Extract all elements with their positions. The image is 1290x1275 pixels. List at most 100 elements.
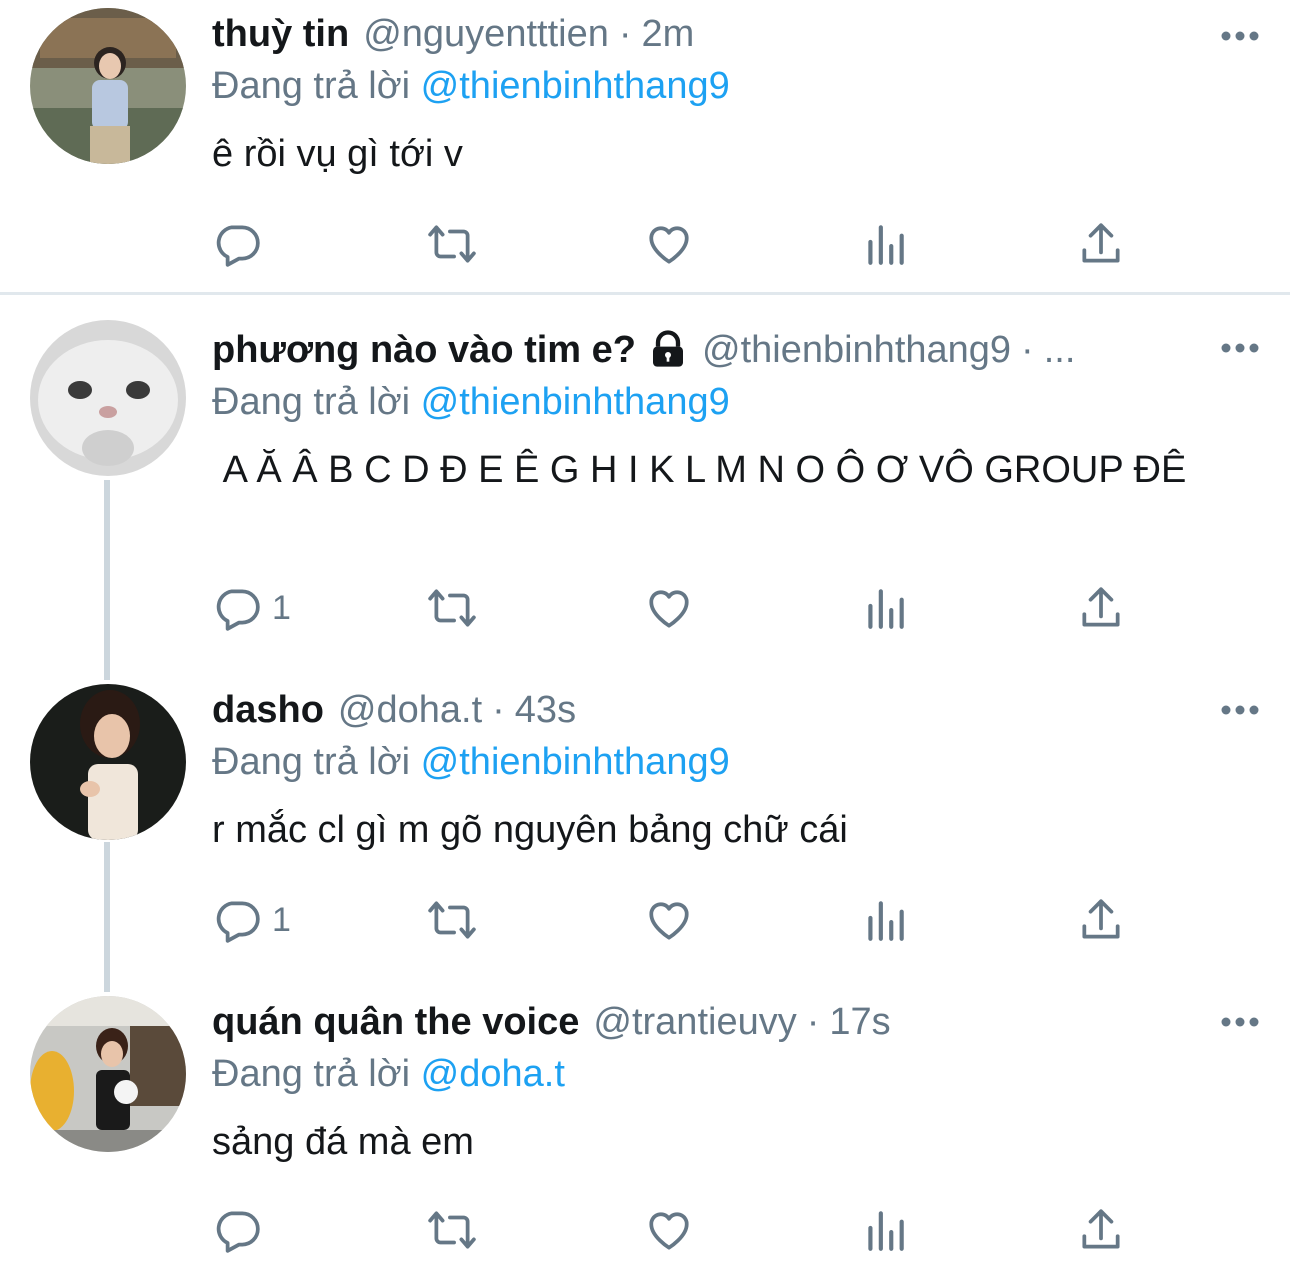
separator: · [806, 1001, 820, 1043]
like-button[interactable] [644, 894, 694, 946]
action-bar [212, 218, 1132, 270]
reply-button[interactable]: 1 [212, 894, 291, 946]
reply-icon [216, 589, 260, 631]
like-button[interactable] [644, 218, 694, 270]
more-button[interactable] [1220, 16, 1260, 56]
reply-icon [216, 225, 260, 267]
tweet-text: A Ă Â B C D Đ E Ê G H I K L M N O Ô Ơ VÔ… [212, 449, 1187, 491]
tweet-header: thuỳ tin @nguyentttien · 2m [212, 10, 1260, 58]
reply-button[interactable]: 1 [212, 582, 291, 634]
tweet-text: sảng đá mà em [212, 1121, 474, 1163]
share-button[interactable] [1076, 582, 1126, 634]
retweet-button[interactable] [427, 582, 477, 634]
heart-icon [649, 590, 689, 628]
tweet[interactable]: quán quân the voice @trantieuvy · 17s Đa… [0, 994, 1290, 1275]
retweet-icon [428, 901, 476, 939]
mention-link[interactable]: @doha.t [421, 1053, 565, 1095]
display-name[interactable]: quán quân the voice [212, 998, 579, 1046]
reply-icon [216, 901, 260, 943]
views-icon [868, 901, 904, 941]
avatar-photo [30, 996, 186, 1152]
retweet-button[interactable] [427, 218, 477, 270]
tweet-header: dasho @doha.t · 43s [212, 686, 1260, 734]
tweet-header: phương nào vào tim e? @thienbinhthang9 ·… [212, 326, 1192, 374]
retweet-icon [428, 589, 476, 627]
share-icon [1082, 899, 1120, 939]
user-handle[interactable]: @doha.t [338, 686, 482, 734]
views-button[interactable] [860, 1204, 910, 1256]
avatar[interactable] [30, 320, 186, 476]
views-button[interactable] [860, 582, 910, 634]
reply-icon [216, 1211, 260, 1253]
heart-icon [649, 902, 689, 940]
separator: · [1021, 329, 1034, 371]
like-button[interactable] [644, 1204, 694, 1256]
heart-icon [649, 226, 689, 264]
mention-link[interactable]: @thienbinhthang9 [421, 65, 730, 107]
avatar-photo [30, 320, 186, 476]
tweet[interactable]: dasho @doha.t · 43s Đang trả lời @thienb… [0, 682, 1290, 972]
retweet-icon [428, 1211, 476, 1249]
reply-button[interactable] [212, 1204, 272, 1256]
separator: · [618, 13, 632, 55]
retweet-icon [428, 225, 476, 263]
share-button[interactable] [1076, 894, 1126, 946]
views-button[interactable] [860, 894, 910, 946]
separator: · [492, 689, 505, 731]
reply-button[interactable] [212, 218, 272, 270]
share-button[interactable] [1076, 1204, 1126, 1256]
reply-count: 1 [272, 900, 291, 939]
reply-context: Đang trả lời @thienbinhthang9 [212, 738, 1260, 786]
share-icon [1082, 587, 1120, 627]
timestamp[interactable]: 17s [829, 998, 890, 1046]
reply-count: 1 [272, 588, 291, 627]
more-button[interactable] [1220, 1002, 1260, 1042]
lock-icon [648, 330, 688, 370]
action-bar [212, 1204, 1132, 1256]
views-button[interactable] [860, 218, 910, 270]
more-icon [1221, 705, 1259, 715]
like-button[interactable] [644, 582, 694, 634]
user-handle[interactable]: @trantieuvy [593, 998, 796, 1046]
heart-icon [649, 1212, 689, 1250]
divider [0, 292, 1290, 295]
avatar-photo [30, 684, 186, 840]
reply-prefix: Đang trả lời [212, 65, 411, 107]
reply-context: Đang trả lời @thienbinhthang9 [212, 62, 1260, 110]
tweet-text: ê rồi vụ gì tới v [212, 133, 463, 175]
action-bar: 1 [212, 582, 1132, 634]
timestamp[interactable]: 43s [515, 686, 576, 734]
retweet-button[interactable] [427, 894, 477, 946]
share-icon [1082, 1209, 1120, 1249]
more-button[interactable] [1220, 690, 1260, 730]
reply-prefix: Đang trả lời [212, 741, 411, 783]
mention-link[interactable]: @thienbinhthang9 [421, 741, 730, 783]
tweet[interactable]: thuỳ tin @nguyentttien · 2m Đang trả lời… [0, 0, 1290, 294]
reply-context: Đang trả lời @doha.t [212, 1050, 1260, 1098]
more-icon [1221, 31, 1259, 41]
display-name[interactable]: thuỳ tin [212, 10, 349, 58]
more-button[interactable] [1220, 328, 1260, 368]
views-icon [868, 589, 904, 629]
views-icon [868, 225, 904, 265]
reply-prefix: Đang trả lời [212, 1053, 411, 1095]
user-handle[interactable]: @thienbinhthang9 [702, 326, 1011, 374]
share-button[interactable] [1076, 218, 1126, 270]
tweet-header: quán quân the voice @trantieuvy · 17s [212, 998, 1260, 1046]
user-handle[interactable]: @nguyentttien [363, 10, 609, 58]
avatar[interactable] [30, 684, 186, 840]
tweet[interactable]: phương nào vào tim e? @thienbinhthang9 ·… [0, 318, 1290, 668]
avatar-photo [30, 8, 186, 164]
mention-link[interactable]: @thienbinhthang9 [421, 381, 730, 423]
avatar[interactable] [30, 996, 186, 1152]
retweet-button[interactable] [427, 1204, 477, 1256]
timestamp[interactable]: 2m [642, 10, 695, 58]
share-icon [1082, 223, 1120, 263]
display-name[interactable]: dasho [212, 686, 324, 734]
reply-context: Đang trả lời @thienbinhthang9 [212, 378, 1260, 426]
tweet-text: r mắc cl gì m gõ nguyên bảng chữ cái [212, 809, 848, 851]
display-name[interactable]: phương nào vào tim e? [212, 326, 636, 374]
reply-prefix: Đang trả lời [212, 381, 411, 423]
timestamp[interactable]: ... [1044, 326, 1076, 374]
avatar[interactable] [30, 8, 186, 164]
